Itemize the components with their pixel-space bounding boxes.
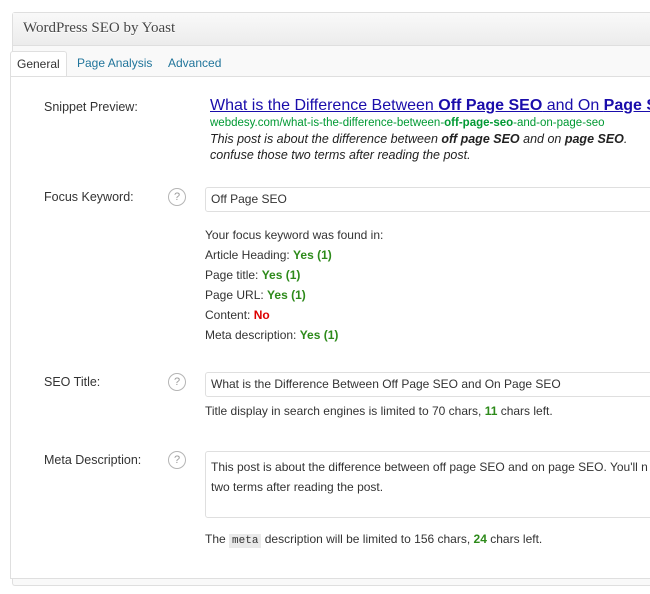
seo-title-help-icon[interactable]: ?	[168, 373, 186, 391]
meta-code-tag: meta	[229, 534, 262, 548]
check-label: Meta description:	[205, 328, 300, 342]
meta-description-line-2: two terms after reading the post.	[211, 480, 384, 494]
seo-title-input[interactable]: What is the Difference Between Off Page …	[205, 372, 650, 397]
snippet-desc-text-2: and on	[519, 132, 565, 146]
meta-description-chars-left: 24	[473, 532, 487, 546]
tab-page-analysis[interactable]: Page Analysis	[77, 51, 152, 76]
snippet-preview-label: Snippet Preview:	[44, 100, 138, 114]
check-content: Content: No	[205, 308, 270, 322]
snippet-desc-text-3: .	[623, 132, 628, 146]
snippet-desc-text: This post is about the difference betwee…	[210, 132, 442, 146]
seo-title-chars-left: 11	[484, 404, 498, 418]
seo-title-note: Title display in search engines is limit…	[205, 404, 553, 418]
meta-note-text-2: description will be limited to 156 chars…	[261, 532, 474, 546]
check-article-heading: Article Heading: Yes (1)	[205, 248, 332, 262]
meta-note-suffix: chars left.	[486, 532, 543, 546]
snippet-title[interactable]: What is the Difference Between Off Page …	[210, 97, 650, 115]
meta-note-text: The	[205, 532, 230, 546]
snippet-url-text-2: -and-on-page-seo	[513, 117, 605, 129]
tab-general[interactable]: General	[10, 51, 67, 77]
snippet-title-text: What is the Difference Between	[210, 97, 439, 114]
check-result: Yes (1)	[267, 288, 306, 302]
snippet-title-keyword: Off Page SEO	[438, 97, 543, 114]
meta-description-textarea[interactable]: This post is about the difference betwee…	[205, 451, 650, 518]
focus-keyword-found-intro: Your focus keyword was found in:	[205, 228, 384, 242]
meta-description-label: Meta Description:	[44, 453, 142, 467]
focus-keyword-help-icon[interactable]: ?	[168, 188, 186, 206]
snippet-desc-line-2: confuse those two terms after reading th…	[210, 148, 471, 162]
snippet-url: webdesy.com/what-is-the-difference-betwe…	[210, 117, 605, 129]
meta-description-help-icon[interactable]: ?	[168, 451, 186, 469]
metabox-title: WordPress SEO by Yoast	[23, 20, 176, 36]
snippet-title-keyword-2: Page S	[603, 97, 650, 114]
check-label: Content:	[205, 308, 254, 322]
check-result: Yes (1)	[293, 248, 332, 262]
focus-keyword-label: Focus Keyword:	[44, 190, 134, 204]
check-result: Yes (1)	[299, 328, 339, 342]
check-result: No	[253, 308, 270, 322]
tab-advanced[interactable]: Advanced	[168, 51, 221, 76]
check-page-title: Page title: Yes (1)	[205, 268, 300, 282]
snippet-description: This post is about the difference betwee…	[210, 131, 650, 163]
metabox-header[interactable]: WordPress SEO by Yoast	[13, 13, 650, 46]
check-label: Page URL:	[205, 288, 268, 302]
snippet-desc-keyword-2: page SEO	[564, 132, 624, 146]
snippet-desc-keyword: off page SEO	[441, 132, 520, 146]
check-label: Page title:	[205, 268, 262, 282]
meta-description-line-1: This post is about the difference betwee…	[211, 460, 648, 474]
check-meta-description: Meta description: Yes (1)	[205, 328, 338, 342]
seo-title-label: SEO Title:	[44, 375, 101, 389]
meta-description-note: The meta description will be limited to …	[205, 532, 543, 548]
seo-title-note-text: Title display in search engines is limit…	[205, 404, 485, 418]
snippet-title-text-2: and On	[542, 97, 604, 114]
snippet-url-text: webdesy.com/what-is-the-difference-betwe…	[210, 117, 445, 129]
check-page-url: Page URL: Yes (1)	[205, 288, 306, 302]
seo-title-note-suffix: chars left.	[497, 404, 553, 418]
check-result: Yes (1)	[261, 268, 301, 282]
snippet-url-keyword: off-page-seo	[444, 117, 514, 129]
focus-keyword-input[interactable]: Off Page SEO	[205, 187, 650, 212]
check-label: Article Heading:	[205, 248, 294, 262]
